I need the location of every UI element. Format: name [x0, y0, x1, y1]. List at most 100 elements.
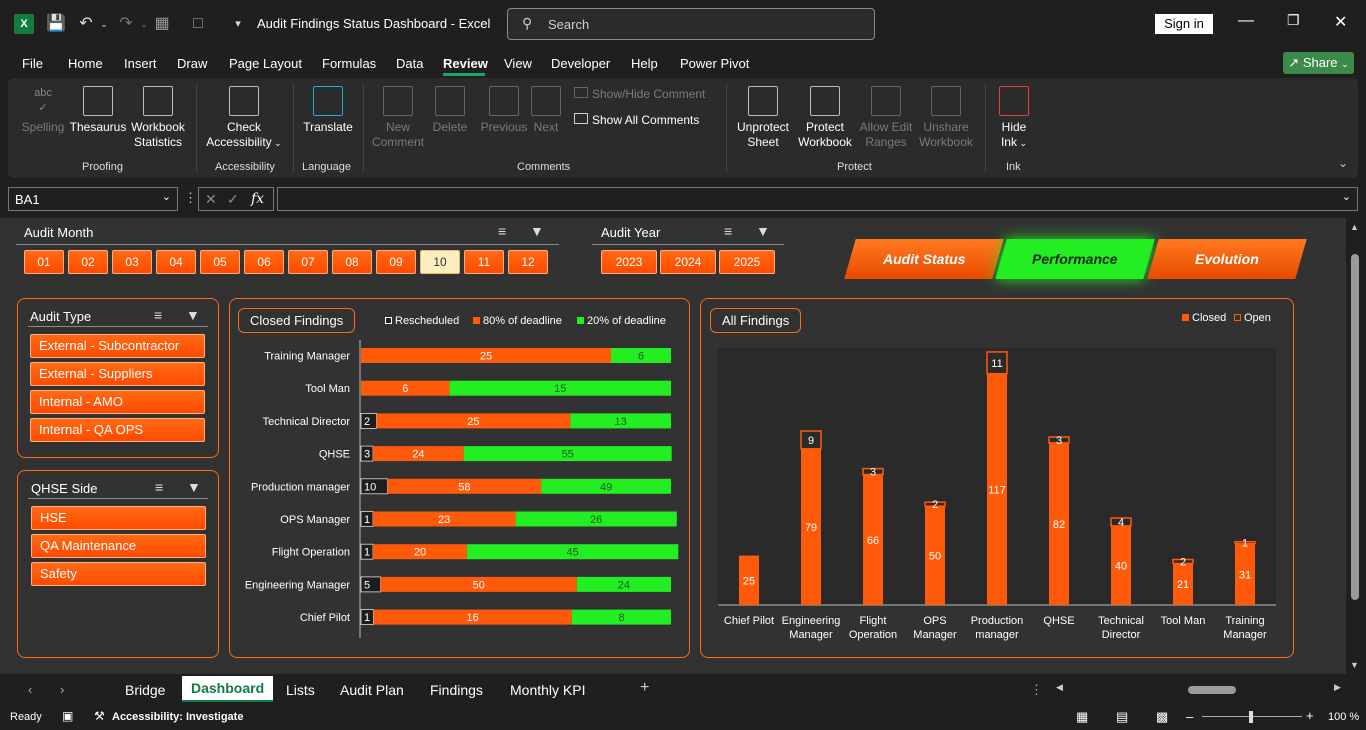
table-icon[interactable]: ▦: [152, 14, 172, 34]
tab-scroll-right-icon[interactable]: ›: [60, 682, 64, 697]
year-chip-2024[interactable]: 2024: [660, 250, 716, 274]
zoom-slider-thumb[interactable]: [1249, 711, 1253, 723]
tab-lists[interactable]: Lists: [286, 682, 315, 698]
multi-select-icon[interactable]: ≡: [155, 479, 163, 495]
share-button[interactable]: ↗ Share ⌄: [1283, 52, 1354, 74]
hide-ink-button[interactable]: Hide Ink ⌄: [992, 86, 1036, 151]
month-chip-11[interactable]: 11: [464, 250, 504, 274]
normal-view-icon[interactable]: ▦: [1076, 709, 1088, 725]
collapse-ribbon-icon[interactable]: ⌄: [1338, 156, 1348, 170]
month-chip-12[interactable]: 12: [508, 250, 548, 274]
year-chip-2025[interactable]: 2025: [719, 250, 775, 274]
name-box[interactable]: BA1 ⌄: [8, 187, 178, 211]
zoom-in-icon[interactable]: +: [1306, 708, 1314, 723]
menu-formulas[interactable]: Formulas: [322, 56, 376, 71]
horizontal-scrollbar[interactable]: ◀ ▶: [1052, 682, 1346, 698]
menu-draw[interactable]: Draw: [177, 56, 207, 71]
expand-formula-icon[interactable]: ⌄: [1342, 190, 1351, 203]
tab-monthly-kpi[interactable]: Monthly KPI: [510, 682, 585, 698]
check-accessibility-button[interactable]: Check Accessibility ⌄: [204, 86, 284, 151]
audit-type-internal-amo[interactable]: Internal - AMO: [30, 390, 205, 414]
add-sheet-icon[interactable]: +: [640, 679, 649, 697]
insert-function-icon[interactable]: fx: [251, 191, 264, 207]
macro-record-icon[interactable]: ▣: [62, 709, 73, 723]
menu-developer[interactable]: Developer: [551, 56, 610, 71]
scroll-down-icon[interactable]: ▼: [1350, 660, 1359, 670]
multi-select-icon[interactable]: ≡: [498, 223, 506, 239]
audit-type-internal-qa-ops[interactable]: Internal - QA OPS: [30, 418, 205, 442]
save-icon[interactable]: 💾: [46, 14, 66, 34]
new-comment-button[interactable]: New Comment: [370, 86, 426, 150]
year-chip-2023[interactable]: 2023: [601, 250, 657, 274]
month-chip-08[interactable]: 08: [332, 250, 372, 274]
evolution-button[interactable]: Evolution: [1147, 239, 1307, 279]
menu-page-layout[interactable]: Page Layout: [229, 56, 302, 71]
restore-icon[interactable]: ❐: [1287, 12, 1300, 29]
chart-icon[interactable]: □: [188, 14, 208, 34]
tab-bridge[interactable]: Bridge: [125, 682, 165, 698]
spelling-button[interactable]: abc ✓ Spelling: [20, 86, 66, 135]
menu-data[interactable]: Data: [396, 56, 423, 71]
scroll-left-icon[interactable]: ◀: [1056, 682, 1063, 693]
delete-comment-button[interactable]: Delete: [428, 86, 472, 135]
unshare-workbook-button[interactable]: Unshare Workbook: [914, 86, 978, 150]
qhse-side-safety[interactable]: Safety: [31, 562, 206, 586]
month-chip-05[interactable]: 05: [200, 250, 240, 274]
allow-edit-ranges-button[interactable]: Allow Edit Ranges: [856, 86, 916, 150]
month-chip-07[interactable]: 07: [288, 250, 328, 274]
page-layout-view-icon[interactable]: ▤: [1116, 709, 1128, 725]
tab-dashboard[interactable]: Dashboard: [182, 676, 274, 702]
sign-in-button[interactable]: Sign in: [1155, 14, 1213, 34]
previous-comment-button[interactable]: Previous: [476, 86, 532, 135]
name-box-dropdown-icon[interactable]: ⌄: [162, 190, 171, 203]
menu-power-pivot[interactable]: Power Pivot: [680, 56, 749, 71]
redo-dropdown-icon[interactable]: ⌄: [134, 14, 154, 34]
performance-button[interactable]: Performance: [995, 239, 1155, 279]
cancel-icon[interactable]: ✕: [205, 191, 217, 208]
audit-status-button[interactable]: Audit Status: [844, 239, 1004, 279]
close-icon[interactable]: ✕: [1334, 12, 1347, 32]
customize-quick-access-icon[interactable]: ▾: [228, 14, 248, 34]
status-accessibility[interactable]: Accessibility: Investigate: [112, 711, 243, 723]
undo-icon[interactable]: ↶: [76, 14, 96, 34]
formula-input[interactable]: ⌄: [277, 187, 1358, 211]
audit-type-external-suppliers[interactable]: External - Suppliers: [30, 362, 205, 386]
month-chip-01[interactable]: 01: [24, 250, 64, 274]
clear-filter-icon[interactable]: ▼: [187, 479, 201, 495]
multi-select-icon[interactable]: ≡: [154, 307, 162, 323]
thesaurus-button[interactable]: Thesaurus: [68, 86, 128, 135]
show-all-comments-button[interactable]: Show All Comments: [574, 113, 714, 128]
menu-review[interactable]: Review: [443, 56, 488, 71]
tab-audit-plan[interactable]: Audit Plan: [340, 682, 404, 698]
menu-home[interactable]: Home: [68, 56, 103, 71]
next-comment-button[interactable]: Next: [530, 86, 562, 135]
zoom-out-icon[interactable]: –: [1186, 709, 1193, 724]
scroll-up-icon[interactable]: ▲: [1350, 222, 1359, 232]
month-chip-02[interactable]: 02: [68, 250, 108, 274]
qhse-side-qa-maintenance[interactable]: QA Maintenance: [31, 534, 206, 558]
clear-filter-icon[interactable]: ▼: [756, 223, 770, 239]
minimize-icon[interactable]: —: [1238, 12, 1254, 30]
menu-file[interactable]: File: [22, 56, 43, 71]
vertical-scrollbar[interactable]: ▲ ▼: [1346, 218, 1366, 674]
workbook-statistics-button[interactable]: Workbook Statistics: [128, 86, 188, 150]
protect-workbook-button[interactable]: Protect Workbook: [794, 86, 856, 150]
enter-icon[interactable]: ✓: [227, 191, 239, 208]
scroll-right-icon[interactable]: ▶: [1334, 682, 1341, 693]
month-chip-06[interactable]: 06: [244, 250, 284, 274]
clear-filter-icon[interactable]: ▼: [530, 223, 544, 239]
menu-insert[interactable]: Insert: [124, 56, 157, 71]
menu-help[interactable]: Help: [631, 56, 658, 71]
show-hide-comment-button[interactable]: Show/Hide Comment: [574, 87, 714, 102]
tab-split-icon[interactable]: ⋮: [1030, 682, 1043, 698]
tab-findings[interactable]: Findings: [430, 682, 483, 698]
month-chip-03[interactable]: 03: [112, 250, 152, 274]
zoom-level[interactable]: 100 %: [1328, 711, 1359, 723]
page-break-view-icon[interactable]: ▩: [1156, 709, 1168, 725]
audit-type-external-subcontractor[interactable]: External - Subcontractor: [30, 334, 205, 358]
menu-view[interactable]: View: [504, 56, 532, 71]
translate-button[interactable]: Translate: [300, 86, 356, 135]
search-input[interactable]: ⚲ Search: [507, 8, 875, 40]
tab-scroll-left-icon[interactable]: ‹: [28, 682, 32, 697]
multi-select-icon[interactable]: ≡: [724, 223, 732, 239]
